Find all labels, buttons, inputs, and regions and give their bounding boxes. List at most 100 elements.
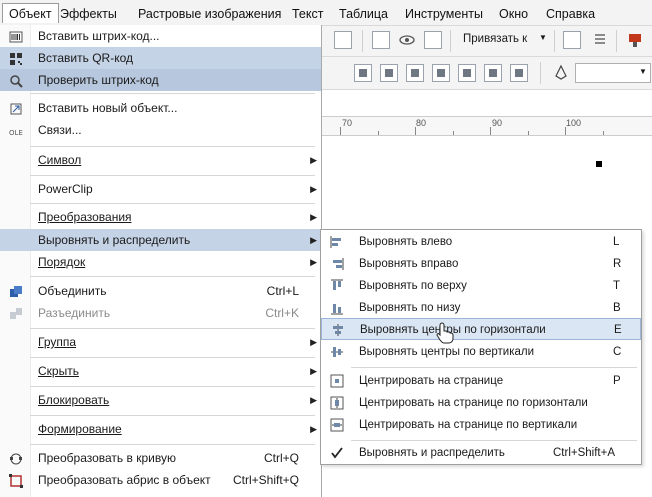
submenu-separator [351,367,637,368]
submenu-center-to-page[interactable]: Центрировать на странице P [321,370,641,392]
align-center-horizontal-icon [331,323,345,337]
magnifier-icon [9,73,23,88]
ruler-tick [565,127,566,135]
menu-separator [30,328,315,329]
list-icon[interactable] [591,31,609,49]
pen-icon[interactable] [552,64,570,82]
guidelines-icon[interactable] [372,31,390,49]
chevron-down-icon[interactable]: ▼ [539,33,547,42]
submenu-center-to-page-vertical[interactable]: Центрировать на странице по вертикали [321,414,641,436]
property-toolbar: ▼ [320,57,652,90]
simplify-icon[interactable] [458,64,476,82]
menu-item-label: Вставить штрих-код... [38,29,160,43]
submenu-align-right[interactable]: Выровнять вправо R [321,253,641,275]
ruler-label: 100 [566,118,582,128]
menu-effects[interactable]: Эффекты [60,5,117,23]
menu-item-label: Порядок [38,255,86,269]
submenu-arrow-icon: ▶ [310,424,317,434]
weld-icon[interactable] [380,64,398,82]
menu-item-label: Проверить штрих-код [38,73,159,87]
svg-text:OLE: OLE [9,129,23,137]
align-right-icon [330,257,344,271]
menu-window[interactable]: Окно [499,5,528,23]
intersect-icon[interactable] [432,64,450,82]
menu-separator [30,357,315,358]
menu-item-insert-new-object[interactable]: Вставить новый объект... [0,97,321,119]
menu-separator [30,415,315,416]
submenu-arrow-icon: ▶ [310,257,317,267]
menu-item-outline-to-object[interactable]: Преобразовать абрис в объект Ctrl+Shift+… [0,469,321,491]
submenu-separator [351,440,637,441]
trim-icon[interactable] [406,64,424,82]
submenu-align-top[interactable]: Выровнять по верху T [321,275,641,297]
chevron-down-icon[interactable]: ▼ [639,67,647,76]
menu-item-insert-barcode[interactable]: Вставить штрих-код... [0,25,321,47]
submenu-align-centers-vertical[interactable]: Выровнять центры по вертикали C [321,341,641,363]
menu-item-lock[interactable]: Блокировать ▶ [0,389,321,411]
menu-item-group[interactable]: Группа ▶ [0,331,321,353]
front-minus-back-icon[interactable] [484,64,502,82]
menu-help[interactable]: Справка [546,5,595,23]
submenu-align-left[interactable]: Выровнять влево L [321,231,641,253]
menu-item-combine[interactable]: Объединить Ctrl+L [0,280,321,302]
menu-item-insert-qr[interactable]: Вставить QR-код [0,47,321,69]
center-page-horizontal-icon [330,396,344,410]
submenu-align-centers-horizontal[interactable]: Выровнять центры по горизонтали E [321,318,641,340]
menu-item-order[interactable]: Порядок ▶ [0,251,321,273]
ruler-tick [490,127,491,135]
options-icon[interactable] [563,31,581,49]
menu-item-shortcut: Ctrl+Q [263,451,299,465]
submenu-arrow-icon: ▶ [310,212,317,222]
submenu-item-shortcut: B [613,302,621,314]
menu-item-label: Вставить новый объект... [38,101,178,115]
menu-item-hide[interactable]: Скрыть ▶ [0,360,321,382]
menu-table[interactable]: Таблица [339,5,388,23]
eye-icon[interactable] [398,31,416,49]
menu-text[interactable]: Текст [292,5,323,23]
menu-object[interactable]: Объект [2,3,59,23]
center-to-page-icon [330,374,344,388]
submenu-arrow-icon: ▶ [310,395,317,405]
launcher-icon[interactable] [626,31,644,49]
selection-handle[interactable] [596,161,602,167]
submenu-item-label: Выровнять по верху [359,280,467,292]
submenu-item-label: Выровнять и распределить [359,447,505,459]
menu-bitmaps[interactable]: Растровые изображения [138,5,281,23]
menu-item-shortcut: Ctrl+K [265,306,299,320]
submenu-align-distribute-docker[interactable]: Выровнять и распределить Ctrl+Shift+A [321,442,641,464]
align-icon[interactable] [354,64,372,82]
submenu-item-label: Центрировать на странице по вертикали [359,419,578,431]
menu-item-powerclip[interactable]: PowerClip ▶ [0,178,321,200]
menu-item-links[interactable]: OLE Связи... [0,119,321,141]
menu-item-label: Связи... [38,123,82,137]
submenu-item-label: Выровнять вправо [359,258,459,270]
menu-item-align-distribute[interactable]: Выровнять и распределить ▶ [0,229,321,251]
align-center-vertical-icon [330,345,344,359]
menu-item-label: Формирование [38,422,122,436]
grid-icon[interactable] [334,31,352,49]
menu-item-label: Вставить QR-код [38,51,133,65]
menu-item-transformations[interactable]: Преобразования ▶ [0,206,321,228]
menu-item-label: Разъединить [38,306,111,320]
menu-item-shortcut: Ctrl+Shift+Q [232,473,299,487]
submenu-item-shortcut: T [613,280,621,292]
menu-item-break-apart[interactable]: Разъединить Ctrl+K [0,302,321,324]
menu-separator [30,444,315,445]
snap-to-dropdown[interactable]: Привязать к [463,33,527,45]
menu-item-label: Символ [38,153,82,167]
toolbar-separator [616,30,617,52]
submenu-arrow-icon: ▶ [310,337,317,347]
menu-item-validate-barcode[interactable]: Проверить штрих-код [0,69,321,91]
submenu-item-label: Выровнять центры по вертикали [359,346,535,358]
back-minus-front-icon[interactable] [510,64,528,82]
menu-item-symbol[interactable]: Символ ▶ [0,149,321,171]
menu-item-convert-to-curves[interactable]: Преобразовать в кривую Ctrl+Q [0,447,321,469]
ruler-tick [528,131,529,135]
menu-item-shaping[interactable]: Формирование ▶ [0,418,321,440]
checkmark-icon [330,446,344,460]
submenu-center-to-page-horizontal[interactable]: Центрировать на странице по горизонтали [321,392,641,414]
snap-icon[interactable] [424,31,442,49]
submenu-align-bottom[interactable]: Выровнять по низу B [321,297,641,319]
menu-separator [30,276,315,277]
menu-tools[interactable]: Инструменты [405,5,483,23]
